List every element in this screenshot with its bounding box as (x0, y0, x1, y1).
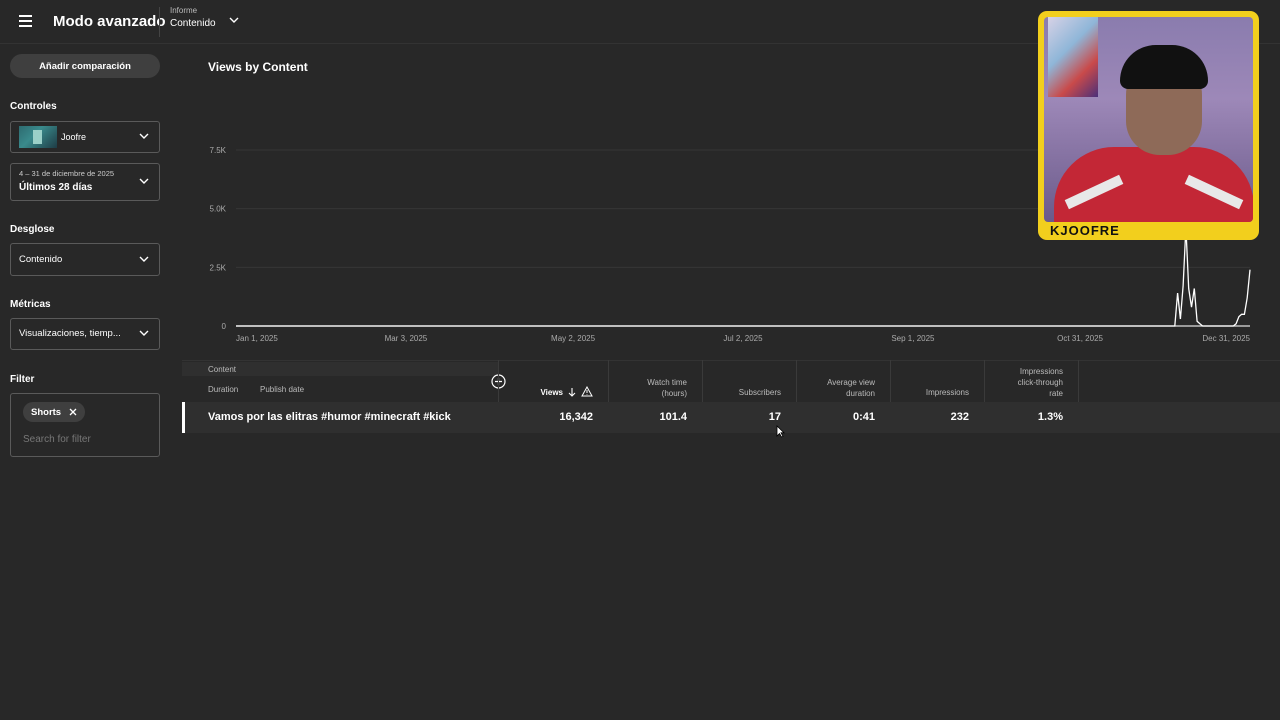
col-header-duration[interactable]: Duration (208, 384, 238, 395)
col-header-avg-view-duration[interactable]: Average view duration (796, 377, 875, 399)
chart-title: Views by Content (208, 60, 308, 74)
col-header-watch-time-line2: (hours) (661, 389, 687, 398)
col-header-watch-time[interactable]: Watch time (hours) (609, 377, 687, 399)
row-impressions: 232 (950, 411, 969, 423)
chevron-down-icon (139, 330, 149, 336)
col-header-publish-date[interactable]: Publish date (260, 384, 304, 395)
close-icon[interactable] (68, 407, 78, 417)
filter-search-input[interactable]: Search for filter (23, 434, 91, 445)
filter-label: Filter (10, 374, 35, 385)
header-divider (159, 7, 160, 37)
channel-selector[interactable]: Joofre (10, 121, 160, 153)
channel-name: Joofre (61, 132, 87, 142)
controls-label: Controles (10, 101, 57, 112)
breakdown-label: Desglose (10, 224, 55, 235)
y-tick-label: 0 (222, 322, 227, 331)
metrics-label: Métricas (10, 299, 51, 310)
row-subscribers: 17 (768, 411, 781, 423)
breakdown-value: Contenido (19, 254, 63, 265)
webcam-name-label: KJOOFRE (1050, 223, 1120, 238)
col-header-ctr-line2: click-through (1017, 378, 1063, 387)
date-range-detail: 4 – 31 de diciembre de 2025 (19, 169, 115, 178)
warning-icon (581, 386, 593, 397)
col-header-ctr[interactable]: Impressions click-through rate (984, 366, 1063, 399)
x-tick-label: Sep 1, 2025 (891, 334, 935, 343)
col-header-ctr-line3: rate (1049, 389, 1063, 398)
breakdown-selector[interactable]: Contenido (10, 243, 160, 276)
x-tick-label: Jan 1, 2025 (236, 334, 278, 343)
views-series-line (236, 227, 1251, 327)
person-hair (1120, 45, 1208, 89)
y-tick-label: 5.0K (210, 205, 227, 214)
date-range-selector[interactable]: 4 – 31 de diciembre de 2025 Últimos 28 d… (10, 163, 160, 201)
row-ctr: 1.3% (1037, 411, 1063, 423)
row-title[interactable]: Vamos por las elitras #humor #minecraft … (208, 411, 451, 423)
metrics-value: Visualizaciones, tiemp... (19, 328, 121, 339)
x-tick-label: Jul 2, 2025 (723, 334, 763, 343)
x-tick-label: Mar 3, 2025 (385, 334, 428, 343)
filter-chip-shorts[interactable]: Shorts (23, 402, 86, 422)
channel-thumbnail (19, 126, 57, 148)
date-range-value: Últimos 28 días (19, 182, 93, 193)
report-selector[interactable]: Informe Contenido (170, 6, 260, 38)
webcam-video (1044, 17, 1253, 222)
add-comparison-button[interactable]: Añadir comparación (10, 54, 160, 78)
filter-box[interactable]: Shorts Search for filter (10, 393, 160, 457)
x-tick-label: Dec 31, 2025 (1202, 334, 1250, 343)
table-header: Content Duration Publish date Views Watc… (182, 360, 1280, 402)
row-avg-view-duration: 0:41 (852, 411, 875, 423)
metrics-selector[interactable]: Visualizaciones, tiemp... (10, 318, 160, 350)
mouse-cursor-icon (776, 425, 785, 438)
hamburger-menu-icon[interactable] (14, 11, 36, 33)
col-header-avg-view-line1: Average view (827, 378, 875, 387)
y-tick-label: 7.5K (210, 146, 227, 155)
col-header-views[interactable]: Views (522, 387, 563, 398)
wall-painting (1048, 17, 1098, 97)
person-jacket (1054, 147, 1253, 222)
x-tick-label: May 2, 2025 (551, 334, 596, 343)
row-views: 16,342 (559, 411, 593, 423)
chevron-down-icon (229, 17, 239, 23)
filter-chip-label: Shorts (31, 406, 62, 418)
row-watch-time: 101.4 (659, 411, 687, 423)
col-header-watch-time-line1: Watch time (647, 378, 687, 387)
sort-arrow-down-icon[interactable] (567, 387, 577, 397)
row-selected-marker (182, 402, 185, 433)
report-value: Contenido (170, 18, 216, 29)
webcam-overlay: KJOOFRE (1038, 11, 1259, 240)
col-header-content[interactable]: Content (208, 364, 236, 375)
report-label: Informe (170, 6, 198, 15)
chevron-down-icon (139, 178, 149, 184)
col-header-impressions[interactable]: Impressions (890, 387, 969, 398)
col-header-avg-view-line2: duration (846, 389, 875, 398)
page-title: Modo avanzado (53, 13, 166, 30)
col-header-subscribers[interactable]: Subscribers (702, 387, 781, 398)
col-header-ctr-line1: Impressions (1019, 367, 1063, 376)
chevron-down-icon (139, 256, 149, 262)
y-tick-label: 2.5K (210, 263, 227, 272)
x-tick-label: Oct 31, 2025 (1057, 334, 1103, 343)
chevron-down-icon (139, 133, 149, 139)
